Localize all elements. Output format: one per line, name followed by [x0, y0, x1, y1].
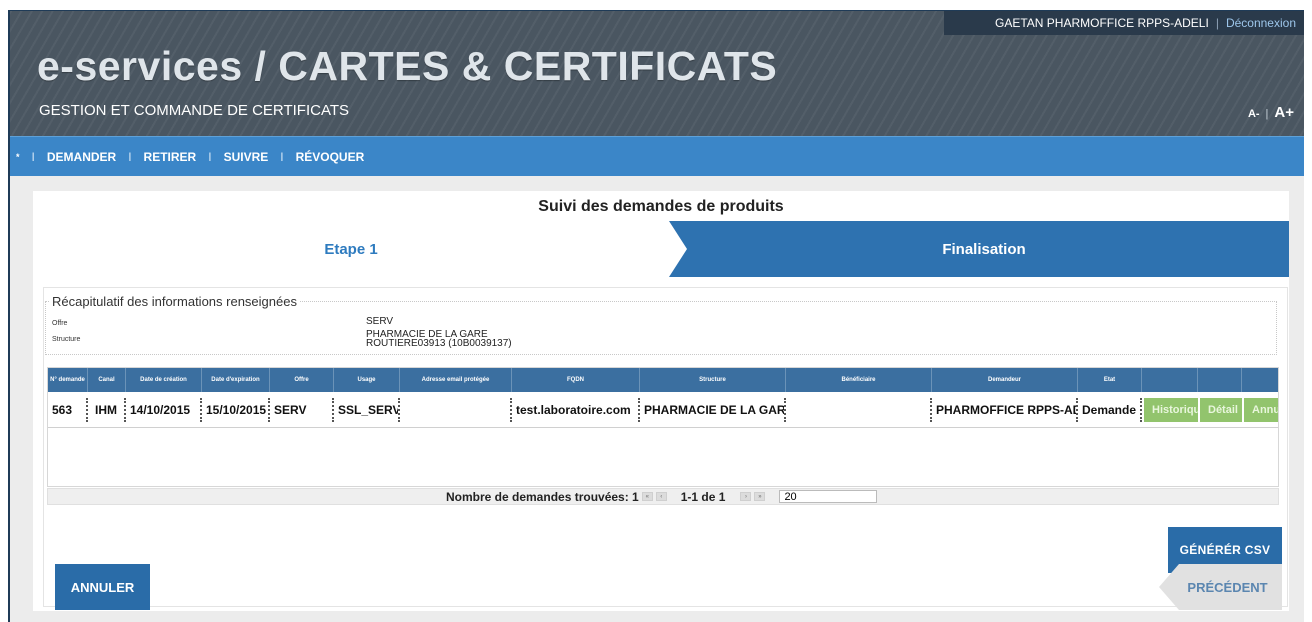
pager-count: Nombre de demandes trouvées: 1	[446, 489, 639, 504]
recap-fieldset: Récapitulatif des informations renseigné…	[45, 294, 1277, 355]
nav-item-suivre[interactable]: SUIVRE	[224, 150, 269, 164]
nav-separator: I	[31, 149, 35, 164]
detail-button[interactable]: Détail	[1198, 397, 1242, 422]
pager-last-icon[interactable]: »	[754, 492, 766, 501]
row-cancel-cell: Annuler	[1242, 397, 1278, 422]
cell-offre: SERV	[270, 397, 334, 422]
recap-offer-value: SERV	[366, 316, 394, 327]
cell-fqdn: test.laboratoire.com	[512, 397, 640, 422]
recap-structure-key: Structure	[52, 336, 81, 343]
cancel-button[interactable]: ANNULER	[55, 564, 150, 610]
cell-demandeur: PHARMOFFICE RPPS-ADELI	[932, 397, 1078, 422]
recap-offer-key: Offre	[52, 320, 68, 327]
nav-separator: I	[280, 149, 284, 164]
nav-separator: I	[208, 149, 212, 164]
cell-date-creation: 14/10/2015	[126, 397, 202, 422]
step-etape-1[interactable]: Etape 1	[33, 221, 669, 277]
app-title: e-services / CARTES & CERTIFICATS	[37, 43, 778, 89]
cell-usage: SSL_SERV	[334, 397, 400, 422]
cell-numero: 563	[48, 397, 88, 422]
column-header-action-2	[1198, 368, 1242, 392]
column-header-email[interactable]: Adresse email protégée	[400, 368, 512, 392]
table-row[interactable]: 563 IHM 14/10/2015 15/10/2015 SERV SSL_S…	[48, 392, 1278, 428]
column-header-numero[interactable]: N° demande	[48, 368, 88, 392]
font-increase-button[interactable]: A+	[1274, 104, 1294, 121]
column-header-demandeur[interactable]: Demandeur	[932, 368, 1078, 392]
pager-next-icon[interactable]: ›	[740, 492, 752, 501]
page-title: Suivi des demandes de produits	[538, 198, 784, 215]
app-subtitle: GESTION ET COMMANDE DE CERTIFICATS	[39, 102, 350, 119]
requests-table: N° demande Canal Date de création Date d…	[47, 367, 1279, 487]
column-header-date-expiration[interactable]: Date d'expiration	[202, 368, 270, 392]
column-header-action-3	[1242, 368, 1278, 392]
pager-prev-icon[interactable]: ‹	[655, 492, 667, 501]
main-content: Suivi des demandes de produits Etape 1 F…	[33, 191, 1289, 611]
page-size-input[interactable]	[779, 490, 878, 503]
row-cancel-button[interactable]: Annuler	[1242, 397, 1278, 422]
font-decrease-button[interactable]: A-	[1248, 108, 1260, 120]
cell-beneficiaire	[786, 397, 932, 422]
cell-email	[400, 397, 512, 422]
column-header-etat[interactable]: Etat	[1078, 368, 1142, 392]
user-bar-separator: |	[1215, 16, 1219, 30]
pager: Nombre de demandes trouvées: 1 « ‹ 1-1 d…	[47, 488, 1279, 505]
previous-button[interactable]: PRÉCÉDENT	[1159, 564, 1282, 610]
column-header-canal[interactable]: Canal	[88, 368, 126, 392]
recap-structure-value: PHARMACIE DE LA GARE ROUTIERE03913 (10B0…	[366, 330, 512, 349]
recap-legend: Récapitulatif des informations renseigné…	[49, 294, 300, 309]
header-banner: GAETAN PHARMOFFICE RPPS-ADELI | Déconnex…	[10, 11, 1304, 136]
column-header-offre[interactable]: Offre	[270, 368, 334, 392]
user-name: GAETAN PHARMOFFICE RPPS-ADELI	[995, 16, 1209, 30]
font-size-separator: |	[1265, 108, 1269, 120]
column-header-action-1	[1142, 368, 1198, 392]
cell-etat: Demande	[1078, 397, 1142, 422]
cell-canal: IHM	[88, 397, 126, 422]
history-cell: Historique	[1142, 397, 1198, 422]
column-header-usage[interactable]: Usage	[334, 368, 400, 392]
pager-range: 1-1 de 1	[680, 489, 726, 504]
column-header-structure[interactable]: Structure	[640, 368, 786, 392]
detail-cell: Détail	[1198, 397, 1242, 422]
font-size-controls: A- | A+	[1248, 104, 1294, 121]
recap-structure-line2: ROUTIERE03913 (10B0039137)	[366, 338, 512, 349]
nav-separator: I	[128, 149, 132, 164]
step-finalisation[interactable]: Finalisation	[669, 221, 1289, 277]
nav-item-revoquer[interactable]: RÉVOQUER	[296, 150, 365, 164]
logout-link[interactable]: Déconnexion	[1226, 16, 1296, 30]
nav-item-retirer[interactable]: RETIRER	[144, 150, 197, 164]
table-header: N° demande Canal Date de création Date d…	[48, 368, 1278, 392]
cell-date-expiration: 15/10/2015	[202, 397, 270, 422]
app-frame: GAETAN PHARMOFFICE RPPS-ADELI | Déconnex…	[8, 10, 1304, 622]
history-button[interactable]: Historique	[1142, 397, 1198, 422]
step-indicator: Etape 1 Finalisation	[33, 221, 1289, 277]
user-bar: GAETAN PHARMOFFICE RPPS-ADELI | Déconnex…	[944, 11, 1304, 35]
nav-item-demander[interactable]: DEMANDER	[47, 150, 116, 164]
pager-first-icon[interactable]: «	[641, 492, 653, 501]
column-header-beneficiaire[interactable]: Bénéficiaire	[786, 368, 932, 392]
column-header-date-creation[interactable]: Date de création	[126, 368, 202, 392]
home-icon[interactable]: *	[16, 152, 20, 162]
main-nav: * I DEMANDER I RETIRER I SUIVRE I RÉVOQU…	[10, 136, 1304, 176]
column-header-fqdn[interactable]: FQDN	[512, 368, 640, 392]
cell-structure: PHARMACIE DE LA GARE	[640, 397, 786, 422]
